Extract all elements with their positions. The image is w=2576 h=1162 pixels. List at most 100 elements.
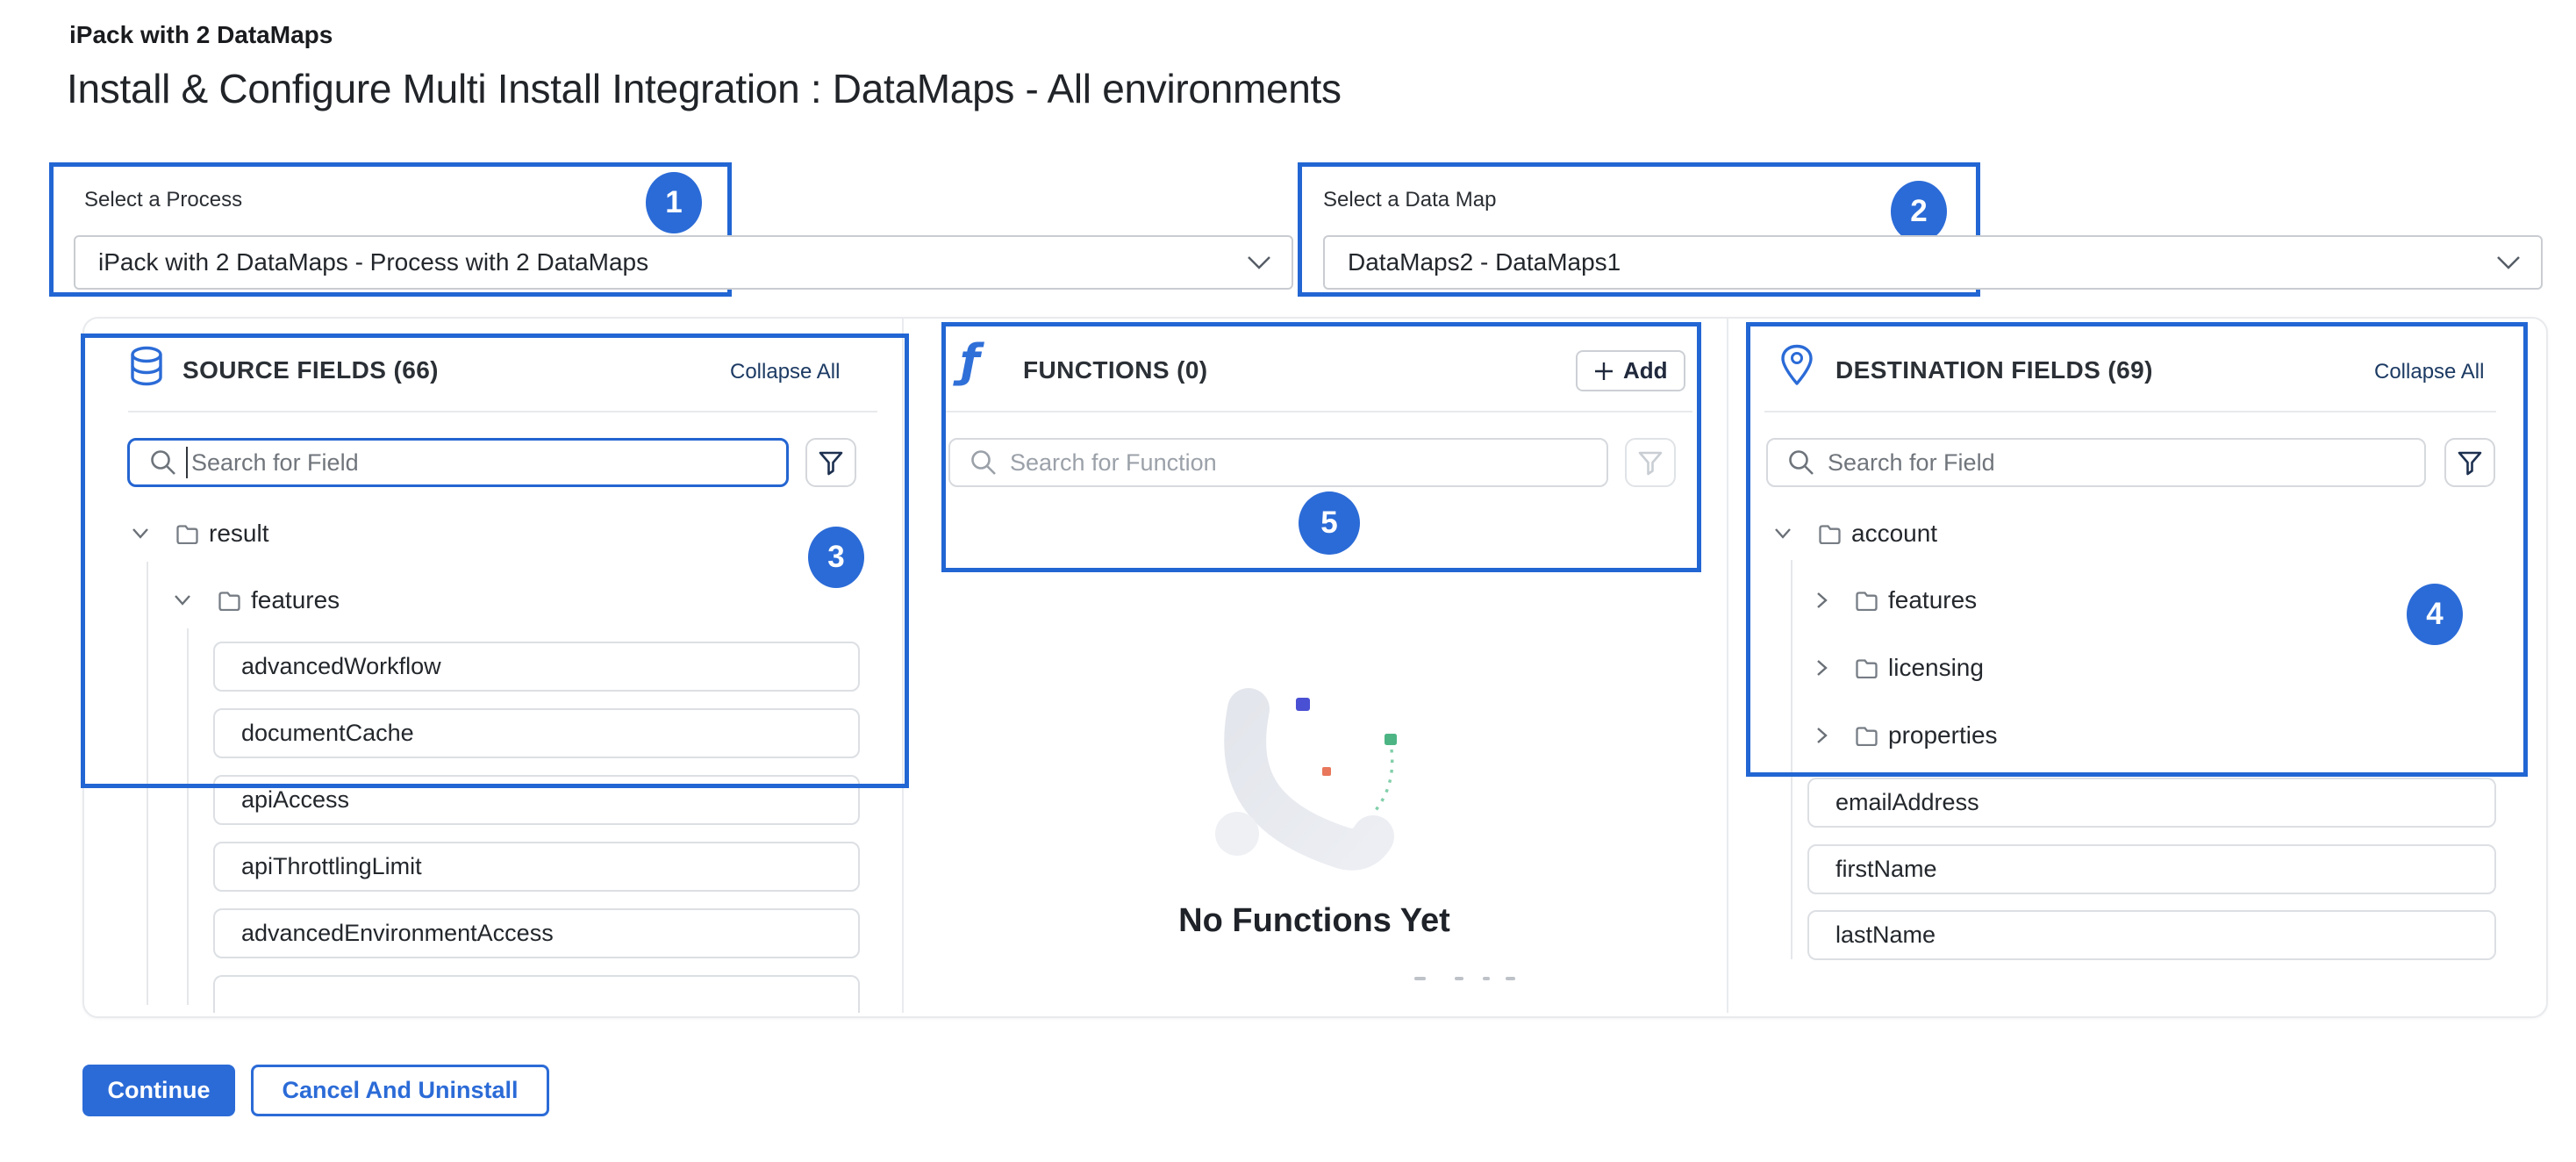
location-pin-icon [1779, 344, 1814, 386]
search-icon [1787, 448, 1815, 477]
source-panel-title: SOURCE FIELDS (66) [182, 356, 439, 384]
destination-field-item[interactable]: lastName [1807, 910, 2496, 960]
source-field-item[interactable]: advancedWorkflow [213, 642, 860, 692]
destination-field-item[interactable]: firstName [1807, 844, 2496, 894]
field-label: documentCache [241, 720, 414, 747]
plus-icon [1593, 361, 1614, 382]
datamap-select-value: DataMaps2 - DataMaps1 [1348, 248, 1621, 276]
chevron-down-icon [2495, 255, 2522, 270]
add-function-button[interactable]: Add [1576, 350, 1685, 391]
tree-node-label: licensing [1888, 654, 1984, 682]
process-select-label: Select a Process [84, 188, 242, 212]
chevron-down-icon [1246, 255, 1272, 270]
field-label: firstName [1835, 856, 1937, 883]
folder-icon [175, 524, 198, 544]
folder-icon [1818, 524, 1841, 544]
destination-tree-node-account[interactable]: account [1774, 520, 1937, 548]
destination-filter-button[interactable] [2444, 438, 2495, 487]
destination-tree-node-licensing[interactable]: licensing [1816, 654, 1984, 682]
divider [128, 411, 877, 412]
add-button-label: Add [1623, 357, 1668, 384]
functions-panel-title: FUNCTIONS (0) [1023, 356, 1208, 384]
source-field-item[interactable]: advancedEnvironmentAccess [213, 908, 860, 958]
folder-icon [1855, 658, 1878, 678]
destination-tree-node-features[interactable]: features [1816, 586, 1977, 614]
functions-search-input[interactable] [1010, 449, 1592, 477]
field-label: apiAccess [241, 786, 349, 814]
functions-filter-button [1625, 438, 1676, 487]
chevron-down-icon [1774, 527, 1792, 540]
cancel-and-uninstall-button[interactable]: Cancel And Uninstall [251, 1065, 549, 1116]
divider [1764, 411, 2496, 412]
annotation-badge-4: 4 [2407, 584, 2463, 645]
funnel-icon [1636, 448, 1664, 477]
source-field-item[interactable]: apiAccess [213, 775, 860, 825]
destination-panel-title: DESTINATION FIELDS (69) [1835, 356, 2153, 384]
tree-node-label: properties [1888, 721, 1998, 750]
field-label: advancedWorkflow [241, 653, 441, 680]
tree-node-label: features [1888, 586, 1977, 614]
field-label: emailAddress [1835, 789, 1979, 816]
folder-icon [1855, 591, 1878, 611]
source-search-input[interactable] [191, 449, 772, 477]
process-select-dropdown[interactable]: iPack with 2 DataMaps - Process with 2 D… [74, 235, 1293, 290]
source-filter-button[interactable] [805, 438, 856, 487]
divider [941, 411, 1692, 412]
page-title: Install & Configure Multi Install Integr… [67, 65, 1342, 112]
source-tree-node-features[interactable]: features [174, 586, 340, 614]
continue-button[interactable]: Continue [82, 1065, 235, 1116]
field-label: apiThrottlingLimit [241, 853, 422, 880]
tree-connector-line [1791, 560, 1792, 959]
tree-node-label: account [1851, 520, 1937, 548]
funnel-icon [2456, 448, 2484, 477]
no-functions-illustration [1211, 676, 1500, 904]
functions-search [948, 438, 1608, 487]
tree-connector-line [147, 562, 148, 1005]
clipped-text-remnant [1455, 977, 1463, 980]
folder-icon [218, 591, 240, 611]
chevron-right-icon [1816, 659, 1828, 677]
destination-field-item[interactable]: emailAddress [1807, 778, 2496, 828]
folder-icon [1855, 726, 1878, 746]
function-icon: ƒ [960, 339, 980, 384]
source-tree-node-result[interactable]: result [132, 520, 268, 548]
chevron-right-icon [1816, 592, 1828, 609]
clipped-text-remnant [1483, 977, 1490, 980]
annotation-badge-3: 3 [808, 527, 864, 588]
datamap-select-dropdown[interactable]: DataMaps2 - DataMaps1 [1323, 235, 2543, 290]
destination-search-input[interactable] [1828, 449, 2410, 477]
source-field-item[interactable]: documentCache [213, 708, 860, 758]
field-label: lastName [1835, 922, 1936, 949]
tree-node-label: features [251, 586, 340, 614]
destination-search [1766, 438, 2426, 487]
funnel-icon [817, 448, 845, 477]
destination-collapse-all-link[interactable]: Collapse All [2374, 360, 2484, 384]
search-icon [149, 448, 177, 477]
destination-tree-node-properties[interactable]: properties [1816, 721, 1998, 750]
annotation-badge-5: 5 [1299, 491, 1360, 555]
annotation-badge-1: 1 [646, 172, 702, 233]
annotation-badge-2: 2 [1891, 181, 1947, 242]
column-divider [1727, 319, 1728, 1013]
breadcrumb: iPack with 2 DataMaps [69, 21, 333, 49]
column-divider [902, 319, 904, 1013]
database-icon [128, 346, 165, 388]
text-caret [186, 447, 188, 478]
tree-node-label: result [209, 520, 268, 548]
source-field-item-clipped[interactable] [213, 975, 860, 1013]
datamap-select-label: Select a Data Map [1323, 188, 1496, 212]
field-label: advancedEnvironmentAccess [241, 920, 554, 947]
tree-connector-line [187, 628, 189, 1005]
clipped-text-remnant [1414, 977, 1426, 980]
no-functions-message: No Functions Yet [1139, 902, 1490, 940]
source-collapse-all-link[interactable]: Collapse All [730, 360, 840, 384]
chevron-right-icon [1816, 727, 1828, 744]
search-icon [970, 448, 998, 477]
process-select-value: iPack with 2 DataMaps - Process with 2 D… [98, 248, 648, 276]
chevron-down-icon [174, 594, 191, 606]
install-configure-datamaps-page: iPack with 2 DataMaps Install & Configur… [0, 0, 2576, 1162]
source-search [127, 438, 789, 487]
clipped-text-remnant [1506, 977, 1515, 980]
source-field-item[interactable]: apiThrottlingLimit [213, 842, 860, 892]
chevron-down-icon [132, 527, 149, 540]
